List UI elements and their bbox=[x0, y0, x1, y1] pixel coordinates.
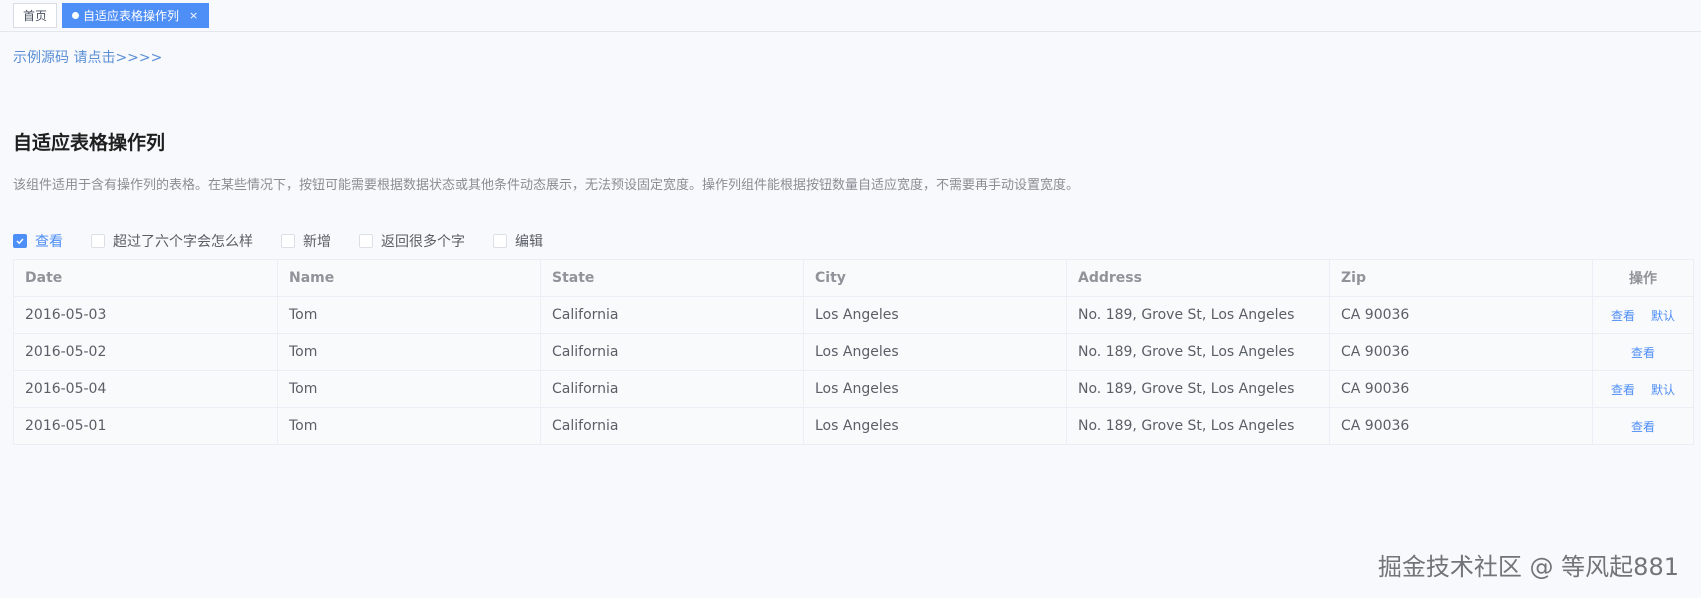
cell-date: 2016-05-02 bbox=[13, 333, 278, 371]
cell-address: No. 189, Grove St, Los Angeles bbox=[1066, 333, 1330, 371]
cell-address: No. 189, Grove St, Los Angeles bbox=[1066, 370, 1330, 408]
table-row: 2016-05-03 Tom California Los Angeles No… bbox=[13, 296, 1694, 334]
table-row: 2016-05-01 Tom California Los Angeles No… bbox=[13, 407, 1694, 445]
table-row: 2016-05-04 Tom California Los Angeles No… bbox=[13, 370, 1694, 408]
cell-actions: 查看 bbox=[1592, 333, 1694, 371]
source-code-link[interactable]: 示例源码 请点击>>>> bbox=[13, 47, 162, 67]
cell-zip: CA 90036 bbox=[1329, 370, 1593, 408]
view-button[interactable]: 查看 bbox=[1611, 309, 1635, 323]
active-dot-icon bbox=[72, 12, 80, 19]
filter-add[interactable]: 新增 bbox=[281, 231, 331, 251]
filter-label: 新增 bbox=[303, 234, 331, 250]
close-icon[interactable]: × bbox=[189, 9, 198, 22]
cell-name: Tom bbox=[277, 370, 541, 408]
checkbox-icon[interactable] bbox=[359, 234, 373, 248]
filter-label: 超过了六个字会怎么样 bbox=[113, 234, 253, 250]
cell-actions: 查看 默认 bbox=[1592, 296, 1694, 334]
column-header-actions: 操作 bbox=[1592, 259, 1694, 297]
page-description: 该组件适用于含有操作列的表格。在某些情况下，按钮可能需要根据数据状态或其他条件动… bbox=[13, 178, 1080, 193]
tab-adaptive-table-label: 自适应表格操作列 bbox=[83, 9, 180, 23]
checkbox-icon[interactable] bbox=[91, 234, 105, 248]
column-header-date: Date bbox=[13, 259, 278, 297]
checkbox-checked-icon[interactable] bbox=[13, 234, 27, 248]
column-header-city: City bbox=[803, 259, 1067, 297]
filter-return[interactable]: 返回很多个字 bbox=[359, 231, 465, 251]
cell-state: California bbox=[540, 370, 804, 408]
cell-state: California bbox=[540, 296, 804, 334]
cell-city: Los Angeles bbox=[803, 296, 1067, 334]
cell-state: California bbox=[540, 407, 804, 445]
cell-zip: CA 90036 bbox=[1329, 407, 1593, 445]
default-button[interactable]: 默认 bbox=[1651, 383, 1675, 397]
cell-date: 2016-05-03 bbox=[13, 296, 278, 334]
cell-name: Tom bbox=[277, 296, 541, 334]
cell-date: 2016-05-01 bbox=[13, 407, 278, 445]
filter-label: 返回很多个字 bbox=[381, 234, 465, 250]
column-header-zip: Zip bbox=[1329, 259, 1593, 297]
column-header-name: Name bbox=[277, 259, 541, 297]
cell-name: Tom bbox=[277, 333, 541, 371]
watermark: 掘金技术社区 @ 等风起881 bbox=[1377, 553, 1679, 581]
tab-bar: 首页 自适应表格操作列 × bbox=[0, 0, 1701, 32]
filter-edit[interactable]: 编辑 bbox=[493, 231, 543, 251]
default-button[interactable]: 默认 bbox=[1651, 309, 1675, 323]
view-button[interactable]: 查看 bbox=[1631, 346, 1655, 360]
filter-label: 编辑 bbox=[515, 234, 543, 250]
column-header-state: State bbox=[540, 259, 804, 297]
table-header-row: Date Name State City Address Zip 操作 bbox=[13, 259, 1694, 297]
action-filters: 查看 超过了六个字会怎么样 新增 返回很多个字 编辑 bbox=[13, 232, 1688, 250]
view-button[interactable]: 查看 bbox=[1631, 420, 1655, 434]
tab-adaptive-table[interactable]: 自适应表格操作列 × bbox=[62, 3, 210, 28]
cell-actions: 查看 bbox=[1592, 407, 1694, 445]
tab-home[interactable]: 首页 bbox=[13, 3, 58, 28]
page-title: 自适应表格操作列 bbox=[13, 132, 166, 154]
table-row: 2016-05-02 Tom California Los Angeles No… bbox=[13, 333, 1694, 371]
cell-name: Tom bbox=[277, 407, 541, 445]
checkbox-icon[interactable] bbox=[281, 234, 295, 248]
tab-home-label: 首页 bbox=[23, 9, 48, 23]
cell-city: Los Angeles bbox=[803, 370, 1067, 408]
data-table: Date Name State City Address Zip 操作 2016… bbox=[13, 259, 1694, 445]
view-button[interactable]: 查看 bbox=[1611, 383, 1635, 397]
filter-long-text[interactable]: 超过了六个字会怎么样 bbox=[91, 231, 253, 251]
filter-view[interactable]: 查看 bbox=[13, 231, 63, 251]
checkbox-icon[interactable] bbox=[493, 234, 507, 248]
cell-zip: CA 90036 bbox=[1329, 333, 1593, 371]
cell-zip: CA 90036 bbox=[1329, 296, 1593, 334]
cell-city: Los Angeles bbox=[803, 333, 1067, 371]
cell-actions: 查看 默认 bbox=[1592, 370, 1694, 408]
main-content: 示例源码 请点击>>>> 自适应表格操作列 该组件适用于含有操作列的表格。在某些… bbox=[0, 32, 1701, 445]
cell-address: No. 189, Grove St, Los Angeles bbox=[1066, 296, 1330, 334]
cell-date: 2016-05-04 bbox=[13, 370, 278, 408]
cell-state: California bbox=[540, 333, 804, 371]
cell-address: No. 189, Grove St, Los Angeles bbox=[1066, 407, 1330, 445]
filter-label: 查看 bbox=[35, 234, 63, 250]
cell-city: Los Angeles bbox=[803, 407, 1067, 445]
column-header-address: Address bbox=[1066, 259, 1330, 297]
